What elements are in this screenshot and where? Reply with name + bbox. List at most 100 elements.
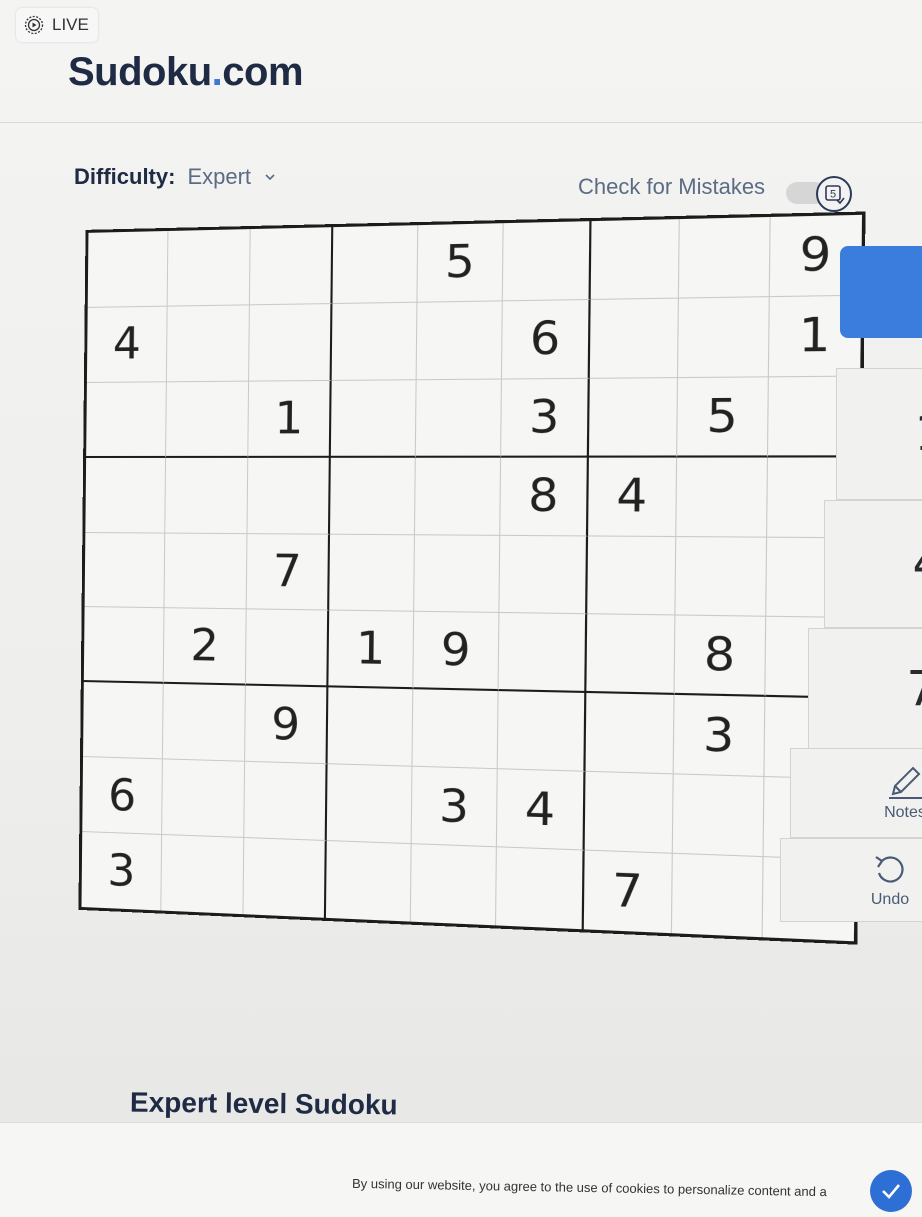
cell-r1-c6[interactable] (503, 221, 591, 301)
cell-r1-c7[interactable] (590, 219, 680, 300)
cell-r8-c7[interactable] (584, 772, 674, 854)
cell-r2-c6[interactable]: 6 (502, 300, 590, 379)
accept-cookies-button[interactable] (870, 1170, 912, 1212)
section-title: Expert level Sudoku (130, 1087, 398, 1122)
cell-r3-c8[interactable]: 5 (677, 377, 768, 457)
cell-r4-c7[interactable]: 4 (588, 457, 678, 536)
cell-r6-c8[interactable]: 8 (675, 616, 766, 697)
cell-r2-c4[interactable] (332, 303, 417, 381)
cell-r7-c8[interactable]: 3 (674, 695, 765, 777)
cell-r8-c2[interactable] (163, 760, 245, 838)
pencil-icon (885, 764, 922, 800)
cell-r2-c3[interactable] (249, 304, 333, 381)
numpad-key-7[interactable]: 7 (808, 628, 922, 750)
cell-r1-c4[interactable] (333, 225, 418, 304)
cell-r9-c8[interactable] (672, 854, 763, 937)
logo-dot: . (212, 50, 223, 94)
sudoku-board-wrapper: 5946113584721989363437 (78, 212, 865, 945)
cell-r2-c2[interactable] (167, 305, 249, 382)
cell-r3-c6[interactable]: 3 (501, 379, 589, 458)
cell-r6-c6[interactable] (499, 613, 587, 693)
live-badge[interactable]: LIVE (16, 8, 98, 42)
live-play-icon (24, 15, 44, 35)
cell-r4-c1[interactable] (85, 458, 166, 534)
cell-r8-c8[interactable] (673, 775, 764, 858)
cell-r9-c6[interactable] (496, 847, 584, 929)
cell-r9-c4[interactable] (326, 841, 411, 921)
cell-r2-c1[interactable]: 4 (87, 307, 168, 383)
cell-r6-c1[interactable] (84, 607, 165, 684)
cookie-banner (0, 1122, 922, 1217)
cell-r3-c2[interactable] (166, 381, 248, 457)
cell-r7-c5[interactable] (412, 690, 499, 770)
cell-r5-c6[interactable] (500, 535, 588, 614)
cell-r5-c5[interactable] (414, 535, 501, 614)
cell-r7-c7[interactable] (585, 693, 675, 774)
cell-r5-c3[interactable]: 7 (247, 534, 331, 611)
checkmark-icon (879, 1179, 903, 1203)
cell-r6-c2[interactable]: 2 (164, 609, 246, 686)
chevron-down-icon[interactable] (263, 170, 277, 184)
cell-r8-c6[interactable]: 4 (497, 769, 585, 850)
cell-r4-c8[interactable] (676, 457, 767, 537)
cell-r5-c2[interactable] (165, 533, 247, 610)
difficulty-value[interactable]: Expert (187, 164, 251, 190)
cell-r9-c3[interactable] (243, 838, 327, 918)
cell-r5-c7[interactable] (587, 536, 677, 616)
cell-r3-c7[interactable] (589, 378, 679, 457)
notes-label: Notes (884, 804, 922, 822)
cell-r4-c3[interactable] (247, 457, 331, 534)
cell-r6-c5[interactable]: 9 (413, 612, 500, 691)
number-pad: 1 4 7 Notes Undo (780, 368, 922, 920)
cell-r9-c5[interactable] (411, 844, 498, 925)
cell-r3-c5[interactable] (416, 379, 503, 457)
logo-main: Sudoku (68, 50, 212, 94)
cell-r5-c1[interactable] (85, 533, 166, 609)
check-mistakes-label: Check for Mistakes (578, 174, 765, 200)
cell-r7-c4[interactable] (328, 688, 413, 767)
cell-r4-c2[interactable] (166, 458, 248, 534)
cell-r1-c1[interactable] (88, 231, 169, 308)
cell-r1-c3[interactable] (250, 227, 334, 305)
site-logo[interactable]: Sudoku.com (68, 50, 303, 95)
cell-r3-c3[interactable]: 1 (248, 381, 332, 458)
cell-r2-c7[interactable] (589, 298, 679, 378)
cell-r7-c2[interactable] (163, 684, 245, 762)
live-label: LIVE (52, 15, 89, 35)
cell-r9-c7[interactable]: 7 (583, 851, 673, 934)
cell-r4-c4[interactable] (330, 457, 415, 534)
numpad-key-1[interactable]: 1 (836, 368, 922, 500)
numpad-key-4[interactable]: 4 (824, 500, 922, 628)
cell-r7-c3[interactable]: 9 (245, 686, 329, 765)
notes-button[interactable]: Notes (790, 748, 922, 838)
cell-r2-c5[interactable] (416, 301, 503, 380)
new-game-button[interactable] (840, 246, 922, 338)
cell-r8-c4[interactable] (327, 764, 412, 844)
cell-r5-c4[interactable] (330, 534, 415, 612)
cell-r1-c2[interactable] (168, 229, 250, 306)
undo-button[interactable]: Undo (780, 838, 922, 922)
cell-r6-c3[interactable] (246, 610, 330, 688)
cell-r8-c3[interactable] (244, 762, 328, 841)
cell-r6-c7[interactable] (586, 615, 676, 696)
cell-r1-c5[interactable]: 5 (417, 223, 504, 302)
undo-label: Undo (871, 891, 909, 909)
cell-r5-c8[interactable] (676, 537, 767, 618)
cell-r2-c8[interactable] (678, 297, 769, 378)
cell-r7-c1[interactable] (83, 682, 164, 759)
cell-r3-c1[interactable] (86, 382, 167, 458)
cell-r1-c8[interactable] (679, 217, 770, 298)
cell-r7-c6[interactable] (498, 691, 586, 772)
screen: LIVE Sudoku.com Difficulty: Expert Check… (0, 0, 922, 1216)
mistakes-toggle-knob[interactable]: 5 (816, 176, 852, 212)
cell-r4-c5[interactable] (415, 457, 502, 535)
cell-r3-c4[interactable] (331, 380, 416, 457)
cell-r9-c2[interactable] (162, 835, 244, 914)
cell-r8-c1[interactable]: 6 (82, 757, 163, 835)
cell-r6-c4[interactable]: 1 (329, 611, 414, 690)
difficulty-selector[interactable]: Difficulty: Expert (74, 164, 277, 190)
cell-r4-c6[interactable]: 8 (501, 457, 589, 536)
cell-r9-c1[interactable]: 3 (81, 832, 162, 910)
cell-r8-c5[interactable]: 3 (411, 767, 498, 848)
mistakes-count-icon: 5 (822, 182, 846, 206)
